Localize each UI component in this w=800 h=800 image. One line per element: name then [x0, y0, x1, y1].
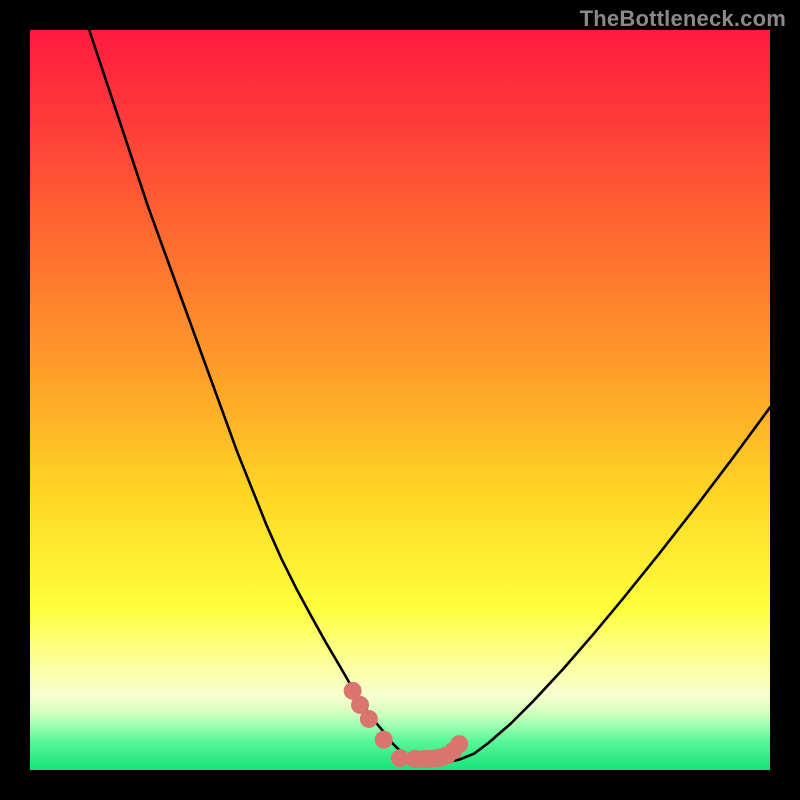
- plot-area: [30, 30, 770, 770]
- watermark-text: TheBottleneck.com: [580, 6, 786, 32]
- gradient-background: [30, 30, 770, 770]
- chart-stage: TheBottleneck.com: [0, 0, 800, 800]
- highlight-dot: [375, 731, 393, 749]
- highlight-dot: [450, 735, 468, 753]
- plot-svg: [30, 30, 770, 770]
- highlight-dot: [360, 710, 378, 728]
